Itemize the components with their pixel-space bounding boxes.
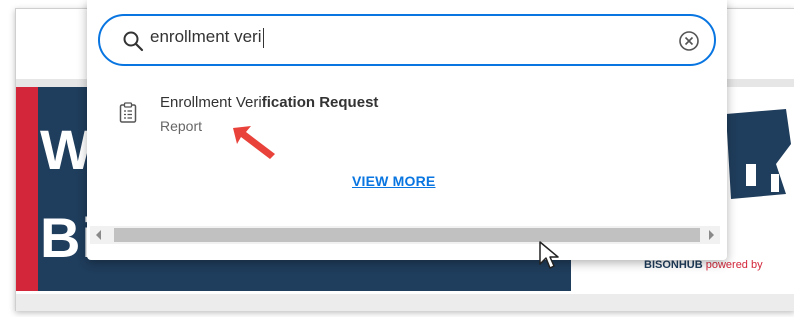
scroll-right-arrow-icon[interactable]	[709, 230, 714, 240]
result-type: Report	[160, 118, 203, 134]
view-more-link[interactable]: VIEW MORE	[352, 173, 435, 189]
hero-red-stripe	[16, 87, 38, 291]
screenshot-frame: W Bisonhub! BISONHUB powered by enrollme…	[0, 0, 794, 317]
scroll-left-arrow-icon[interactable]	[96, 230, 101, 240]
brand-suffix: powered by	[702, 259, 763, 271]
brand-name: BISONHUB	[644, 259, 703, 271]
search-input-value: enrollment veri	[150, 27, 262, 46]
search-result-item[interactable]: Enrollment Verification Request Report	[100, 88, 690, 148]
search-input[interactable]: enrollment veri	[150, 27, 620, 53]
bisonhub-logo-art	[726, 109, 791, 199]
brand-footer: BISONHUB powered by	[644, 259, 763, 271]
annotation-arrow-icon	[233, 126, 275, 159]
horizontal-scrollbar[interactable]	[90, 226, 720, 244]
hero-text-line1: W	[40, 118, 94, 181]
text-cursor	[262, 27, 264, 48]
scrollbar-thumb[interactable]	[114, 228, 700, 242]
search-icon	[123, 31, 144, 52]
result-title-match: Enrollment Veri	[160, 94, 262, 111]
mouse-cursor-icon	[539, 241, 559, 269]
report-icon	[119, 102, 137, 123]
clear-icon[interactable]	[678, 30, 700, 52]
page-footer-band	[16, 294, 794, 311]
search-bar[interactable]: enrollment veri	[98, 14, 716, 66]
result-title-rest: fication Request	[261, 94, 379, 111]
result-title: Enrollment Verification Request	[160, 94, 378, 111]
